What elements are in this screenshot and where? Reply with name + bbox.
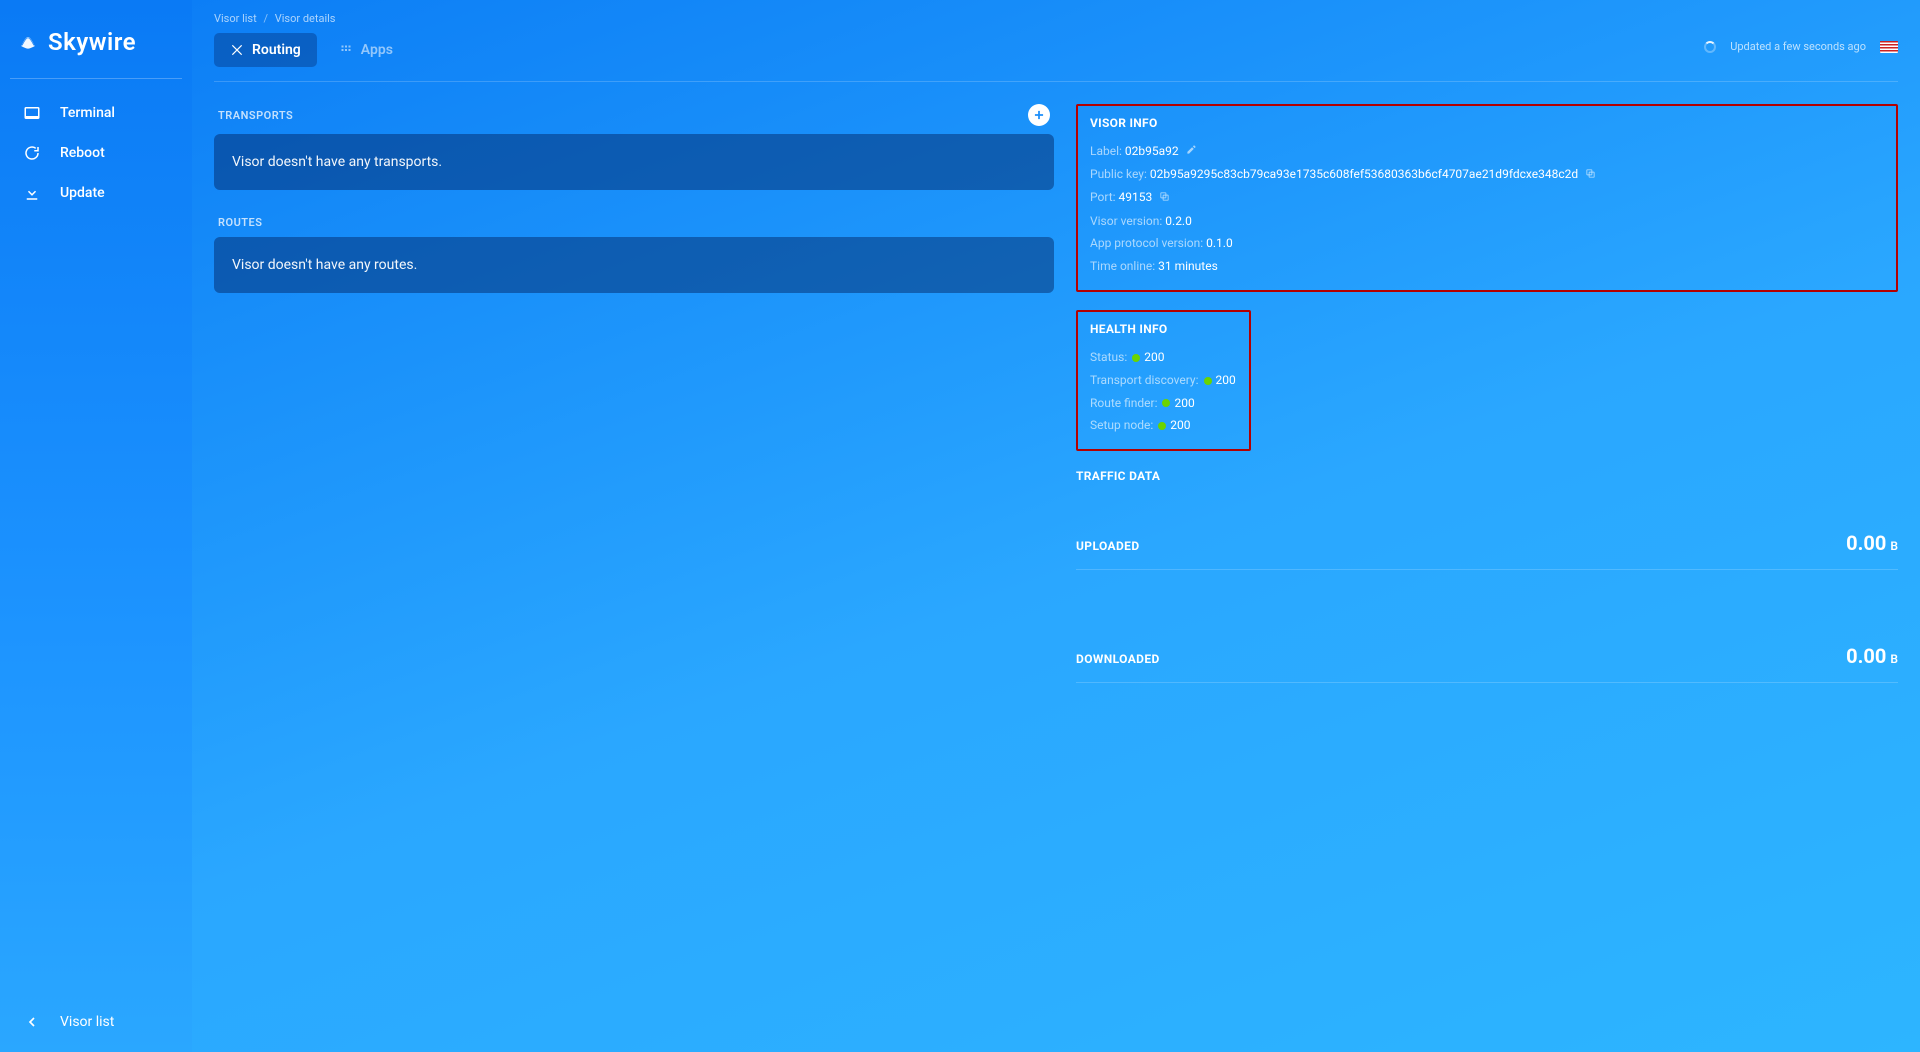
visor-info-title: VISOR INFO bbox=[1090, 116, 1884, 130]
divider bbox=[10, 78, 182, 79]
setup-node-key: Setup node: bbox=[1090, 418, 1153, 432]
apps-icon bbox=[339, 43, 353, 57]
update-icon bbox=[22, 183, 42, 203]
copy-icon[interactable] bbox=[1585, 164, 1596, 187]
publickey-value: 02b95a9295c83cb79ca93e1735c608fef5368036… bbox=[1150, 167, 1578, 181]
logo-icon bbox=[18, 32, 38, 52]
publickey-key: Public key: bbox=[1090, 167, 1147, 181]
status-dot-icon bbox=[1162, 399, 1170, 407]
edit-icon[interactable] bbox=[1186, 140, 1197, 163]
tab-label: Apps bbox=[361, 42, 393, 58]
transports-section: TRANSPORTS Visor doesn't have any transp… bbox=[214, 104, 1054, 190]
uploaded-value: 0.00 bbox=[1846, 531, 1886, 555]
visor-version-value: 0.2.0 bbox=[1165, 214, 1192, 228]
label-value: 02b95a92 bbox=[1125, 144, 1179, 158]
copy-icon[interactable] bbox=[1159, 187, 1170, 210]
tab-label: Routing bbox=[252, 42, 301, 58]
sidebar-item-terminal[interactable]: Terminal bbox=[0, 93, 192, 133]
route-finder-value: 200 bbox=[1174, 396, 1194, 410]
back-link-label: Visor list bbox=[60, 1014, 114, 1030]
tab-routing[interactable]: Routing bbox=[214, 33, 317, 67]
setup-node-value: 200 bbox=[1170, 418, 1190, 432]
updated-status: Updated a few seconds ago bbox=[1730, 40, 1866, 53]
chevron-left-icon bbox=[22, 1012, 42, 1032]
tabs: Routing Apps bbox=[214, 33, 1704, 67]
traffic-uploaded-row: UPLOADED 0.00 B bbox=[1076, 517, 1898, 570]
routes-section: ROUTES Visor doesn't have any routes. bbox=[214, 216, 1054, 293]
label-key: Label: bbox=[1090, 144, 1122, 158]
downloaded-unit: B bbox=[1890, 652, 1898, 666]
reboot-icon bbox=[22, 143, 42, 163]
transport-discovery-value: 200 bbox=[1216, 373, 1236, 387]
back-to-visor-list[interactable]: Visor list bbox=[0, 996, 192, 1052]
routes-title: ROUTES bbox=[218, 216, 262, 229]
breadcrumb-separator: / bbox=[263, 12, 268, 25]
app-proto-value: 0.1.0 bbox=[1206, 236, 1233, 250]
transport-discovery-key: Transport discovery: bbox=[1090, 373, 1199, 387]
brand-name: Skywire bbox=[48, 28, 136, 56]
app-proto-key: App protocol version: bbox=[1090, 236, 1203, 250]
time-online-key: Time online: bbox=[1090, 259, 1155, 273]
sidebar: Skywire Terminal Reboot Update Visor lis… bbox=[0, 0, 192, 1052]
traffic-title: TRAFFIC DATA bbox=[1076, 469, 1898, 483]
transports-empty-text: Visor doesn't have any transports. bbox=[232, 154, 442, 170]
breadcrumb-root[interactable]: Visor list bbox=[214, 12, 257, 25]
topbar: Visor list / Visor details Routing Apps bbox=[192, 0, 1920, 67]
sidebar-item-update[interactable]: Update bbox=[0, 173, 192, 213]
tab-apps[interactable]: Apps bbox=[323, 33, 409, 67]
sidebar-item-reboot[interactable]: Reboot bbox=[0, 133, 192, 173]
transports-empty-card: Visor doesn't have any transports. bbox=[214, 134, 1054, 190]
visor-version-key: Visor version: bbox=[1090, 214, 1162, 228]
status-dot-icon bbox=[1132, 354, 1140, 362]
port-key: Port: bbox=[1090, 190, 1116, 204]
terminal-icon bbox=[22, 103, 42, 123]
status-value: 200 bbox=[1144, 350, 1164, 364]
health-info-title: HEALTH INFO bbox=[1090, 322, 1237, 336]
downloaded-value: 0.00 bbox=[1846, 644, 1886, 668]
time-online-value: 31 minutes bbox=[1158, 259, 1218, 273]
status-key: Status: bbox=[1090, 350, 1127, 364]
uploaded-unit: B bbox=[1890, 539, 1898, 553]
refresh-spinner-icon bbox=[1704, 41, 1716, 53]
main: Visor list / Visor details Routing Apps bbox=[192, 0, 1920, 1052]
traffic-panel: TRAFFIC DATA UPLOADED 0.00 B DOWNLOADED 0… bbox=[1076, 469, 1898, 683]
route-finder-key: Route finder: bbox=[1090, 396, 1158, 410]
info-column: VISOR INFO Label: 02b95a92 Public key: 0… bbox=[1076, 104, 1898, 1030]
port-value: 49153 bbox=[1119, 190, 1153, 204]
sidebar-item-label: Reboot bbox=[60, 145, 105, 161]
traffic-downloaded-row: DOWNLOADED 0.00 B bbox=[1076, 630, 1898, 683]
sidebar-item-label: Terminal bbox=[60, 105, 115, 121]
routing-icon bbox=[230, 43, 244, 57]
routes-empty-card: Visor doesn't have any routes. bbox=[214, 237, 1054, 293]
visor-info-panel: VISOR INFO Label: 02b95a92 Public key: 0… bbox=[1076, 104, 1898, 292]
sidebar-item-label: Update bbox=[60, 185, 105, 201]
health-info-panel: HEALTH INFO Status: 200 Transport discov… bbox=[1076, 310, 1251, 451]
status-dot-icon bbox=[1158, 422, 1166, 430]
downloaded-key: DOWNLOADED bbox=[1076, 652, 1160, 666]
routes-empty-text: Visor doesn't have any routes. bbox=[232, 257, 417, 273]
breadcrumb: Visor list / Visor details bbox=[214, 12, 1704, 25]
brand: Skywire bbox=[0, 18, 192, 74]
main-column: TRANSPORTS Visor doesn't have any transp… bbox=[214, 104, 1054, 1030]
content: TRANSPORTS Visor doesn't have any transp… bbox=[192, 82, 1920, 1052]
locale-flag[interactable] bbox=[1880, 41, 1898, 53]
add-transport-button[interactable] bbox=[1028, 104, 1050, 126]
breadcrumb-current: Visor details bbox=[275, 12, 336, 25]
status-dot-icon bbox=[1204, 377, 1212, 385]
transports-title: TRANSPORTS bbox=[218, 109, 293, 122]
uploaded-key: UPLOADED bbox=[1076, 539, 1140, 553]
